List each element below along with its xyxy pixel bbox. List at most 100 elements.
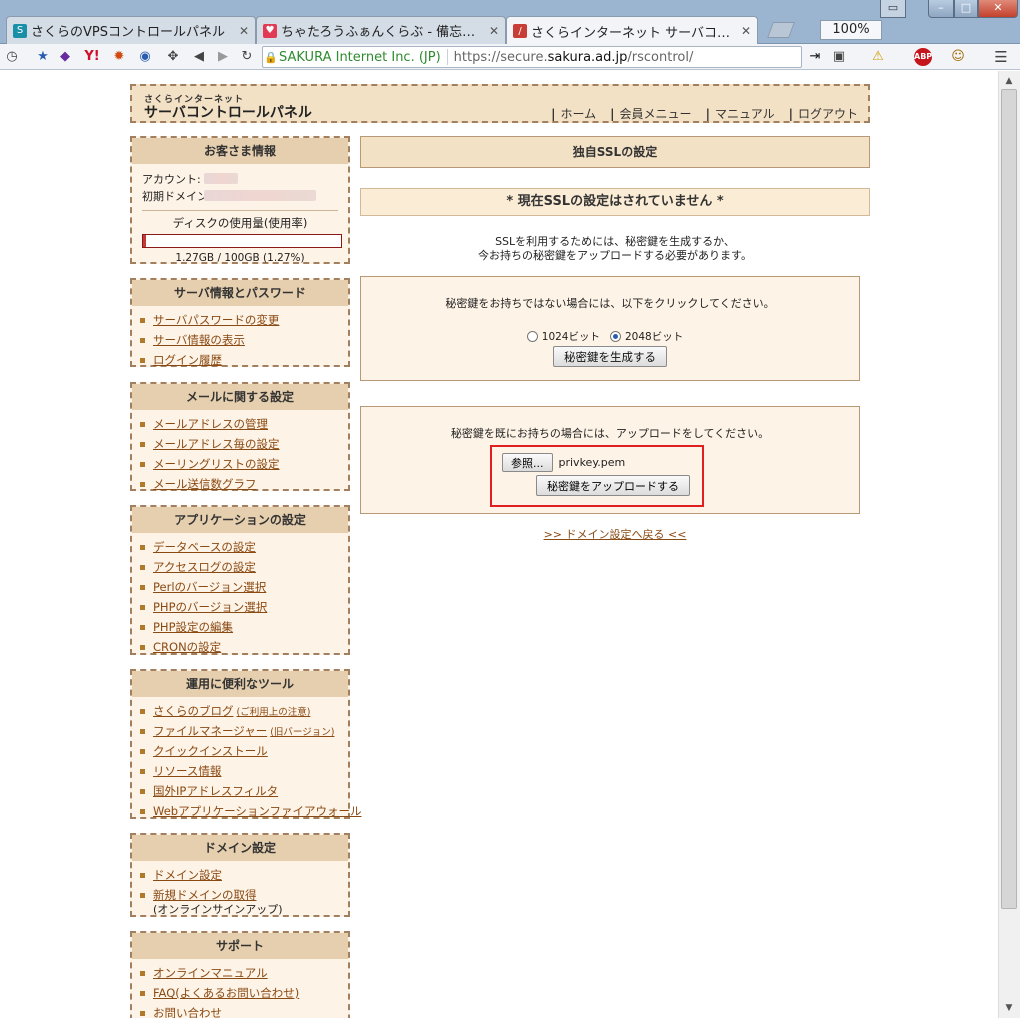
addon-icon[interactable]: ✹ [112,48,126,66]
generate-key-panel: 秘密鍵をお持ちではない場合には、以下をクリックしてください。 1024ビット 2… [360,276,860,381]
site-identity[interactable]: SAKURA Internet Inc. (JP) [279,50,441,65]
scroll-thumb[interactable] [1001,89,1017,909]
list-item: クイックインストール [140,741,348,761]
link-waf[interactable]: Webアプリケーションファイアウォール [153,803,362,819]
link-file-manager[interactable]: ファイルマネージャー [153,723,267,739]
blog-note-link[interactable]: (ご利用上の注意) [237,704,311,718]
generate-key-button[interactable]: 秘密鍵を生成する [553,346,667,367]
browser-tab-vps[interactable]: S さくらのVPSコントロールパネル ✕ [6,16,256,44]
link-domain-settings[interactable]: ドメイン設定 [153,867,222,883]
url-path: /rscontrol/ [627,49,694,65]
mail-settings-title: メールに関する設定 [132,384,348,410]
file-input: 参照... privkey.pem [502,453,625,472]
upload-instruction: 秘密鍵を既にお持ちの場合には、アップロードをしてください。 [450,427,770,440]
vertical-scrollbar[interactable]: ▲ ▼ [998,71,1020,1018]
browser-tab-blog[interactable]: ♥ ちゃたろうふぁんくらぶ - 備忘… ✕ [256,16,506,44]
bullet-icon [140,337,145,343]
link-php-version[interactable]: PHPのバージョン選択 [153,599,267,615]
nav-home[interactable]: ホーム [551,105,597,122]
link-ip-filter[interactable]: 国外IPアドレスフィルタ [153,783,278,799]
radio-1024[interactable] [526,331,538,342]
account-label: アカウント: [142,172,201,186]
page-title: 独自SSLの設定 [360,136,870,168]
bullet-icon [140,768,145,774]
tab-close-icon[interactable]: ✕ [489,24,499,38]
minimize-button[interactable]: – [928,0,954,18]
link-mail-address[interactable]: メールアドレスの管理 [153,416,268,432]
extension-icon[interactable]: ◆ [58,48,72,66]
bullet-icon [140,564,145,570]
bullet-icon [140,808,145,814]
link-login-history[interactable]: ログイン履歴 [153,352,222,368]
link-cron[interactable]: CRONの設定 [153,639,221,655]
link-server-info[interactable]: サーバ情報の表示 [153,332,245,348]
bookmark-icon[interactable]: ★ [36,48,50,66]
radio-1024-label[interactable]: 1024ビット [542,329,600,344]
upload-key-button[interactable]: 秘密鍵をアップロードする [536,475,690,496]
list-item: PHP設定の編集 [140,617,348,637]
back-to-domain-settings-link[interactable]: >> ドメイン設定へ戻る << [544,528,687,541]
divider [142,210,338,211]
disk-usage-text: 1.27GB / 100GB (1.27%) [175,252,305,264]
addon2-icon[interactable]: ◉ [138,48,152,66]
bullet-icon [140,584,145,590]
browse-button[interactable]: 参照... [502,453,553,472]
link-database[interactable]: データベースの設定 [153,539,256,555]
warning-icon[interactable]: ⚠ [870,48,886,66]
pin-icon[interactable]: ⇥ [808,48,822,66]
link-quick-install[interactable]: クイックインストール [153,743,268,759]
tab-close-icon[interactable]: ✕ [239,24,249,38]
nav-manual[interactable]: マニュアル [706,105,775,122]
link-sakura-blog[interactable]: さくらのブログ [153,703,234,719]
link-resource-info[interactable]: リソース情報 [153,763,221,779]
radio-2048-label[interactable]: 2048ビット [625,329,683,344]
account-value-redacted [204,173,238,184]
browser-tab-sakura-control[interactable]: / さくらインターネット サーバコン… ✕ [506,16,758,45]
tab-title: さくらのVPSコントロールパネル [31,25,225,40]
forward-icon[interactable]: ▶ [216,48,230,66]
link-mail-graph[interactable]: メール送信数グラフ [153,476,257,492]
page-viewport: さくらインターネット サーバコントロールパネル ホーム 会員メニュー マニュアル… [0,71,998,1018]
file-manager-old-link[interactable]: (旧バージョン) [270,724,334,738]
link-php-settings[interactable]: PHP設定の編集 [153,619,233,635]
list-item: PHPのバージョン選択 [140,597,348,617]
face-icon[interactable]: ☺ [950,48,966,66]
back-icon[interactable]: ◀ [192,48,206,66]
link-access-log[interactable]: アクセスログの設定 [153,559,256,575]
url-separator [446,49,448,65]
new-tab-button[interactable] [767,22,795,38]
link-mailing-list[interactable]: メーリングリストの設定 [153,456,280,472]
yahoo-icon[interactable]: Y! [82,48,102,66]
address-bar[interactable]: 🔒 SAKURA Internet Inc. (JP) https://secu… [262,46,802,68]
nav-member-menu[interactable]: 会員メニュー [610,105,692,122]
list-item: サーバパスワードの変更 [140,310,348,330]
maximize-button[interactable]: □ [954,0,978,18]
scroll-down-icon[interactable]: ▼ [1001,1000,1017,1016]
tools-box: 運用に便利なツール さくらのブログ (ご利用上の注意) ファイルマネージャー (旧バ… [130,669,362,819]
reload-icon[interactable]: ↻ [240,48,254,66]
screenshot-icon[interactable]: ▣ [830,48,848,66]
adblock-icon[interactable]: ABP [914,48,932,66]
tools-title: 運用に便利なツール [132,671,348,697]
move-icon[interactable]: ✥ [166,48,180,66]
scroll-up-icon[interactable]: ▲ [1001,73,1017,89]
nav-logout[interactable]: ログアウト [789,105,858,122]
link-perl-version[interactable]: Perlのバージョン選択 [153,579,266,595]
link-online-manual[interactable]: オンラインマニュアル [153,965,268,981]
url-text[interactable]: https://secure.sakura.ad.jp/rscontrol/ [454,50,694,65]
link-faq[interactable]: FAQ(よくあるお問い合わせ) [153,985,299,1001]
list-item: メーリングリストの設定 [140,454,348,474]
close-window-button[interactable]: ✕ [978,0,1018,18]
link-mail-address-settings[interactable]: メールアドレス毎の設定 [153,436,280,452]
tab-close-icon[interactable]: ✕ [741,24,751,38]
bullet-icon [140,708,145,714]
link-contact[interactable]: お問い合わせ [153,1005,222,1018]
link-server-password[interactable]: サーバパスワードの変更 [153,312,279,328]
radio-2048[interactable] [610,331,621,342]
tab-title: さくらインターネット サーバコン… [531,25,735,41]
restore-icon[interactable]: ▭ [880,0,906,18]
menu-icon[interactable]: ☰ [992,48,1010,66]
history-icon[interactable]: ◷ [4,48,20,66]
intro-line: SSLを利用するためには、秘密鍵を生成するか、 [495,235,735,248]
ssl-status: * 現在SSLの設定はされていません * [360,188,870,216]
